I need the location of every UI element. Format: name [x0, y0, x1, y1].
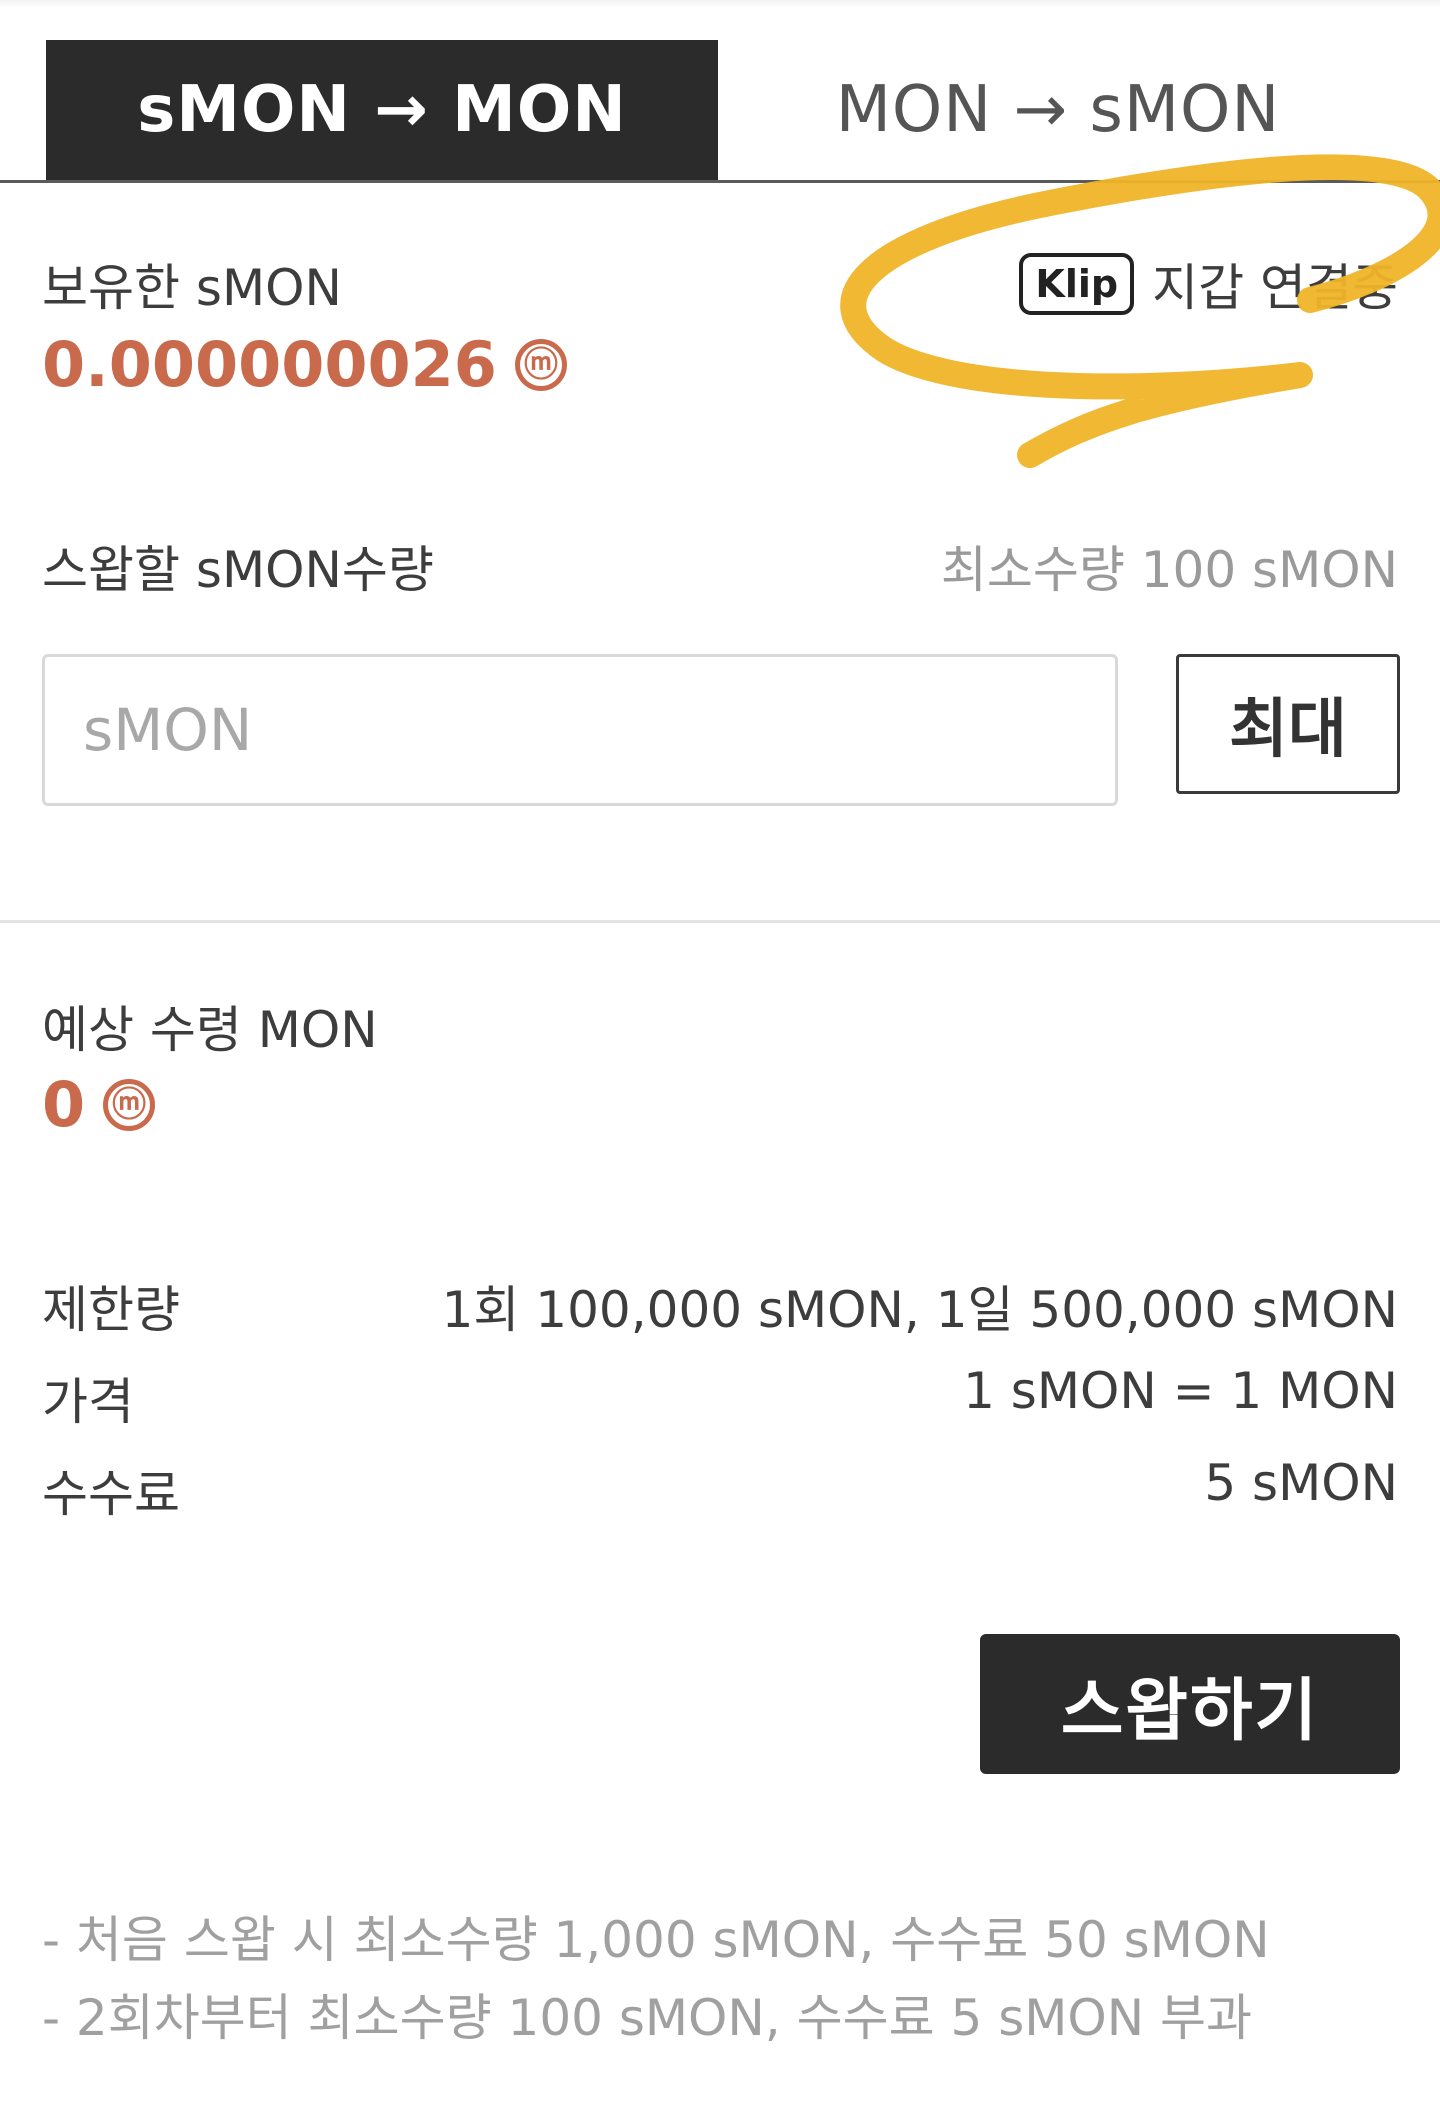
- info-row-limit: 제한량 1회 100,000 sMON, 1일 500,000 sMON: [42, 1270, 1398, 1342]
- info-value: 1회 100,000 sMON, 1일 500,000 sMON: [441, 1281, 1398, 1339]
- expected-label: 예상 수령 MON: [42, 1001, 378, 1059]
- info-value: 1 sMON = 1 MON: [963, 1362, 1398, 1420]
- info-row-price: 가격 1 sMON = 1 MON: [42, 1362, 1398, 1434]
- info-label: 수수료: [42, 1465, 180, 1523]
- mon-coin-icon: ⓜ: [514, 338, 567, 391]
- section-divider: [0, 920, 1440, 923]
- swap-button[interactable]: 스왑하기: [980, 1634, 1400, 1774]
- expected-value: 0: [42, 1068, 86, 1141]
- info-value: 5 sMON: [1204, 1454, 1398, 1512]
- balance-amount: 0.000000026 ⓜ: [42, 328, 567, 401]
- balance-value: 0.000000026: [42, 328, 497, 401]
- mon-coin-icon: ⓜ: [103, 1078, 156, 1131]
- tab-underline: [0, 180, 1440, 183]
- tab-mon-to-smon[interactable]: MON → sMON: [718, 40, 1398, 180]
- top-strip: [0, 0, 1440, 8]
- tab-smon-to-mon[interactable]: sMON → MON: [46, 40, 718, 180]
- minimum-qty-text: 최소수량 100 sMON: [940, 541, 1398, 599]
- klip-logo-icon: Klip: [1019, 253, 1135, 315]
- note-subsequent-swap: - 2회차부터 최소수량 100 sMON, 수수료 5 sMON 부과: [42, 1989, 1253, 2047]
- wallet-status: Klip 지갑 연결중: [1019, 248, 1398, 320]
- max-button[interactable]: 최대: [1176, 654, 1400, 794]
- balance-label: 보유한 sMON: [42, 259, 342, 317]
- swap-direction-tabs: sMON → MON MON → sMON: [0, 40, 1440, 180]
- smon-amount-input[interactable]: [42, 654, 1118, 806]
- info-label: 제한량: [42, 1281, 180, 1339]
- swap-qty-label: 스왑할 sMON수량: [42, 541, 434, 599]
- note-first-swap: - 처음 스왑 시 최소수량 1,000 sMON, 수수료 50 sMON: [42, 1911, 1270, 1969]
- expected-amount: 0 ⓜ: [42, 1068, 156, 1141]
- info-label: 가격: [42, 1373, 134, 1431]
- info-row-fee: 수수료 5 sMON: [42, 1454, 1398, 1526]
- wallet-status-text: 지갑 연결중: [1152, 259, 1398, 317]
